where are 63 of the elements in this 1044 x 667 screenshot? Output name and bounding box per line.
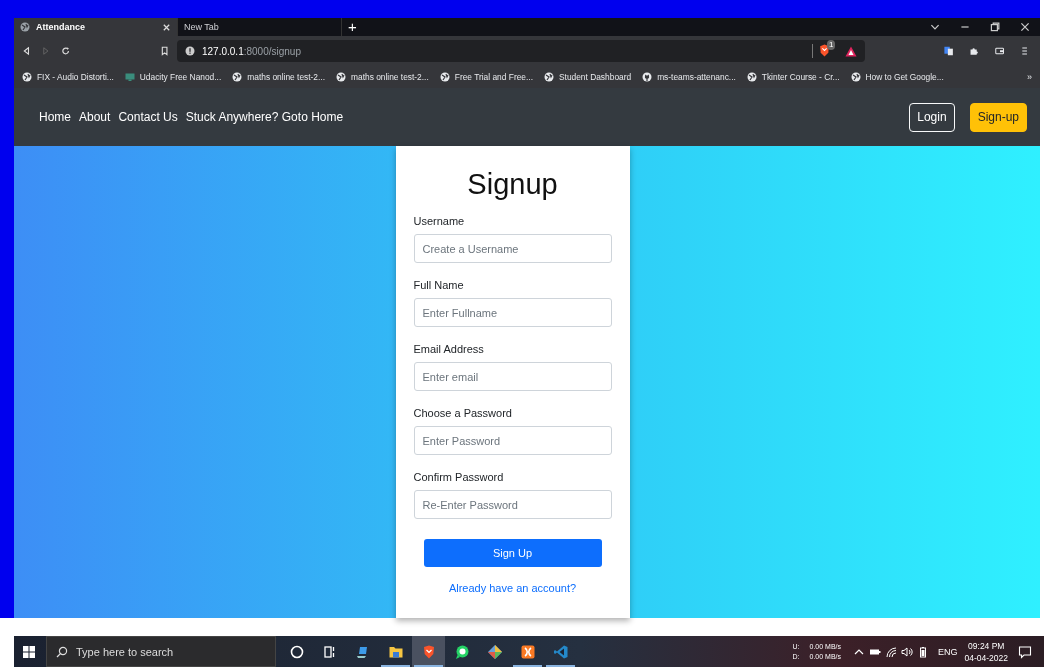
input-field[interactable]: Create a Username xyxy=(413,234,612,263)
close-icon[interactable] xyxy=(1019,21,1031,33)
form-title: Signup xyxy=(466,168,559,201)
speaker-icon[interactable] xyxy=(901,645,913,658)
field-label: Full Name xyxy=(413,279,464,291)
signup-button[interactable]: Sign-up xyxy=(969,102,1027,132)
globe-icon xyxy=(20,22,30,32)
chat-icon xyxy=(453,643,470,660)
submit-button[interactable]: Sign Up xyxy=(423,539,602,567)
bookmark-item[interactable]: How to Get Google... xyxy=(850,72,944,82)
search-icon xyxy=(56,645,68,658)
count-badge: 1 xyxy=(827,40,836,50)
browser-tab[interactable]: Attendance xyxy=(14,18,178,36)
code-editor-icon xyxy=(552,643,569,660)
globe-icon xyxy=(22,72,32,82)
input-field[interactable]: Enter Fullname xyxy=(413,298,612,327)
input-field[interactable]: Re-Enter Password xyxy=(413,490,612,519)
field-label: Email Address xyxy=(413,343,484,355)
restore-icon[interactable] xyxy=(989,21,1001,33)
xampp-icon xyxy=(519,643,536,660)
field-label: Username xyxy=(413,215,465,227)
globe-icon xyxy=(850,72,861,82)
close-icon[interactable] xyxy=(162,22,171,32)
login-button[interactable]: Login xyxy=(909,102,955,132)
bookmark-item[interactable]: Tkinter Course - Cr... xyxy=(746,72,840,82)
nav-link[interactable]: Home xyxy=(39,110,71,124)
monitor-icon xyxy=(124,72,135,82)
shield-icon[interactable] xyxy=(819,44,830,57)
field-label: Choose a Password xyxy=(413,407,512,419)
bookmark-item[interactable]: Student Dashboard xyxy=(543,72,632,82)
bookmark-item[interactable]: Free Trial and Free... xyxy=(439,72,533,82)
clock-date[interactable]: 04-04-2022 xyxy=(964,651,1008,664)
circle-icon xyxy=(288,643,305,660)
search-field[interactable]: Type here to search xyxy=(46,636,276,667)
input-field[interactable]: Enter Password xyxy=(413,426,612,455)
globe-icon xyxy=(746,72,757,82)
address-field[interactable]: 127.0.0.1:8000/signup 1 xyxy=(177,40,865,62)
bookmark-item[interactable]: Udacity Free Nanod... xyxy=(124,72,222,82)
bookmark-item[interactable]: maths online test-2... xyxy=(232,72,325,82)
new-tab-button[interactable]: + xyxy=(342,19,363,35)
field-label: Confirm Password xyxy=(413,471,504,483)
bookmark-item[interactable]: ms-teams-attenanc... xyxy=(642,72,736,82)
diamond-icon xyxy=(486,643,503,660)
notification-icon[interactable] xyxy=(1018,644,1032,659)
bookmark-item[interactable]: FIX - Audio Distorti... xyxy=(22,72,114,82)
language-indicator[interactable]: ENG xyxy=(938,646,958,657)
globe-icon xyxy=(439,72,450,82)
clock-time[interactable]: 09:24 PM xyxy=(968,639,1005,652)
input-field[interactable]: Enter email xyxy=(413,362,612,391)
wifi-icon[interactable] xyxy=(885,645,897,658)
globe-icon xyxy=(336,72,346,82)
globe-icon xyxy=(543,72,554,82)
login-link[interactable]: Already have an account? xyxy=(448,582,577,594)
globe-icon xyxy=(232,72,243,82)
octocat-icon xyxy=(642,72,653,82)
battery-icon[interactable] xyxy=(917,645,929,658)
nav-link[interactable]: Contact Us xyxy=(118,110,178,124)
more-bookmarks[interactable]: » xyxy=(1027,72,1032,82)
nav-link[interactable]: About xyxy=(79,110,111,124)
nav-link[interactable]: Stuck Anywhere? Goto Home xyxy=(185,110,344,124)
triangle-icon[interactable] xyxy=(845,45,857,57)
info-icon xyxy=(185,46,195,56)
bookmark-item[interactable]: maths online test-2... xyxy=(336,72,429,82)
